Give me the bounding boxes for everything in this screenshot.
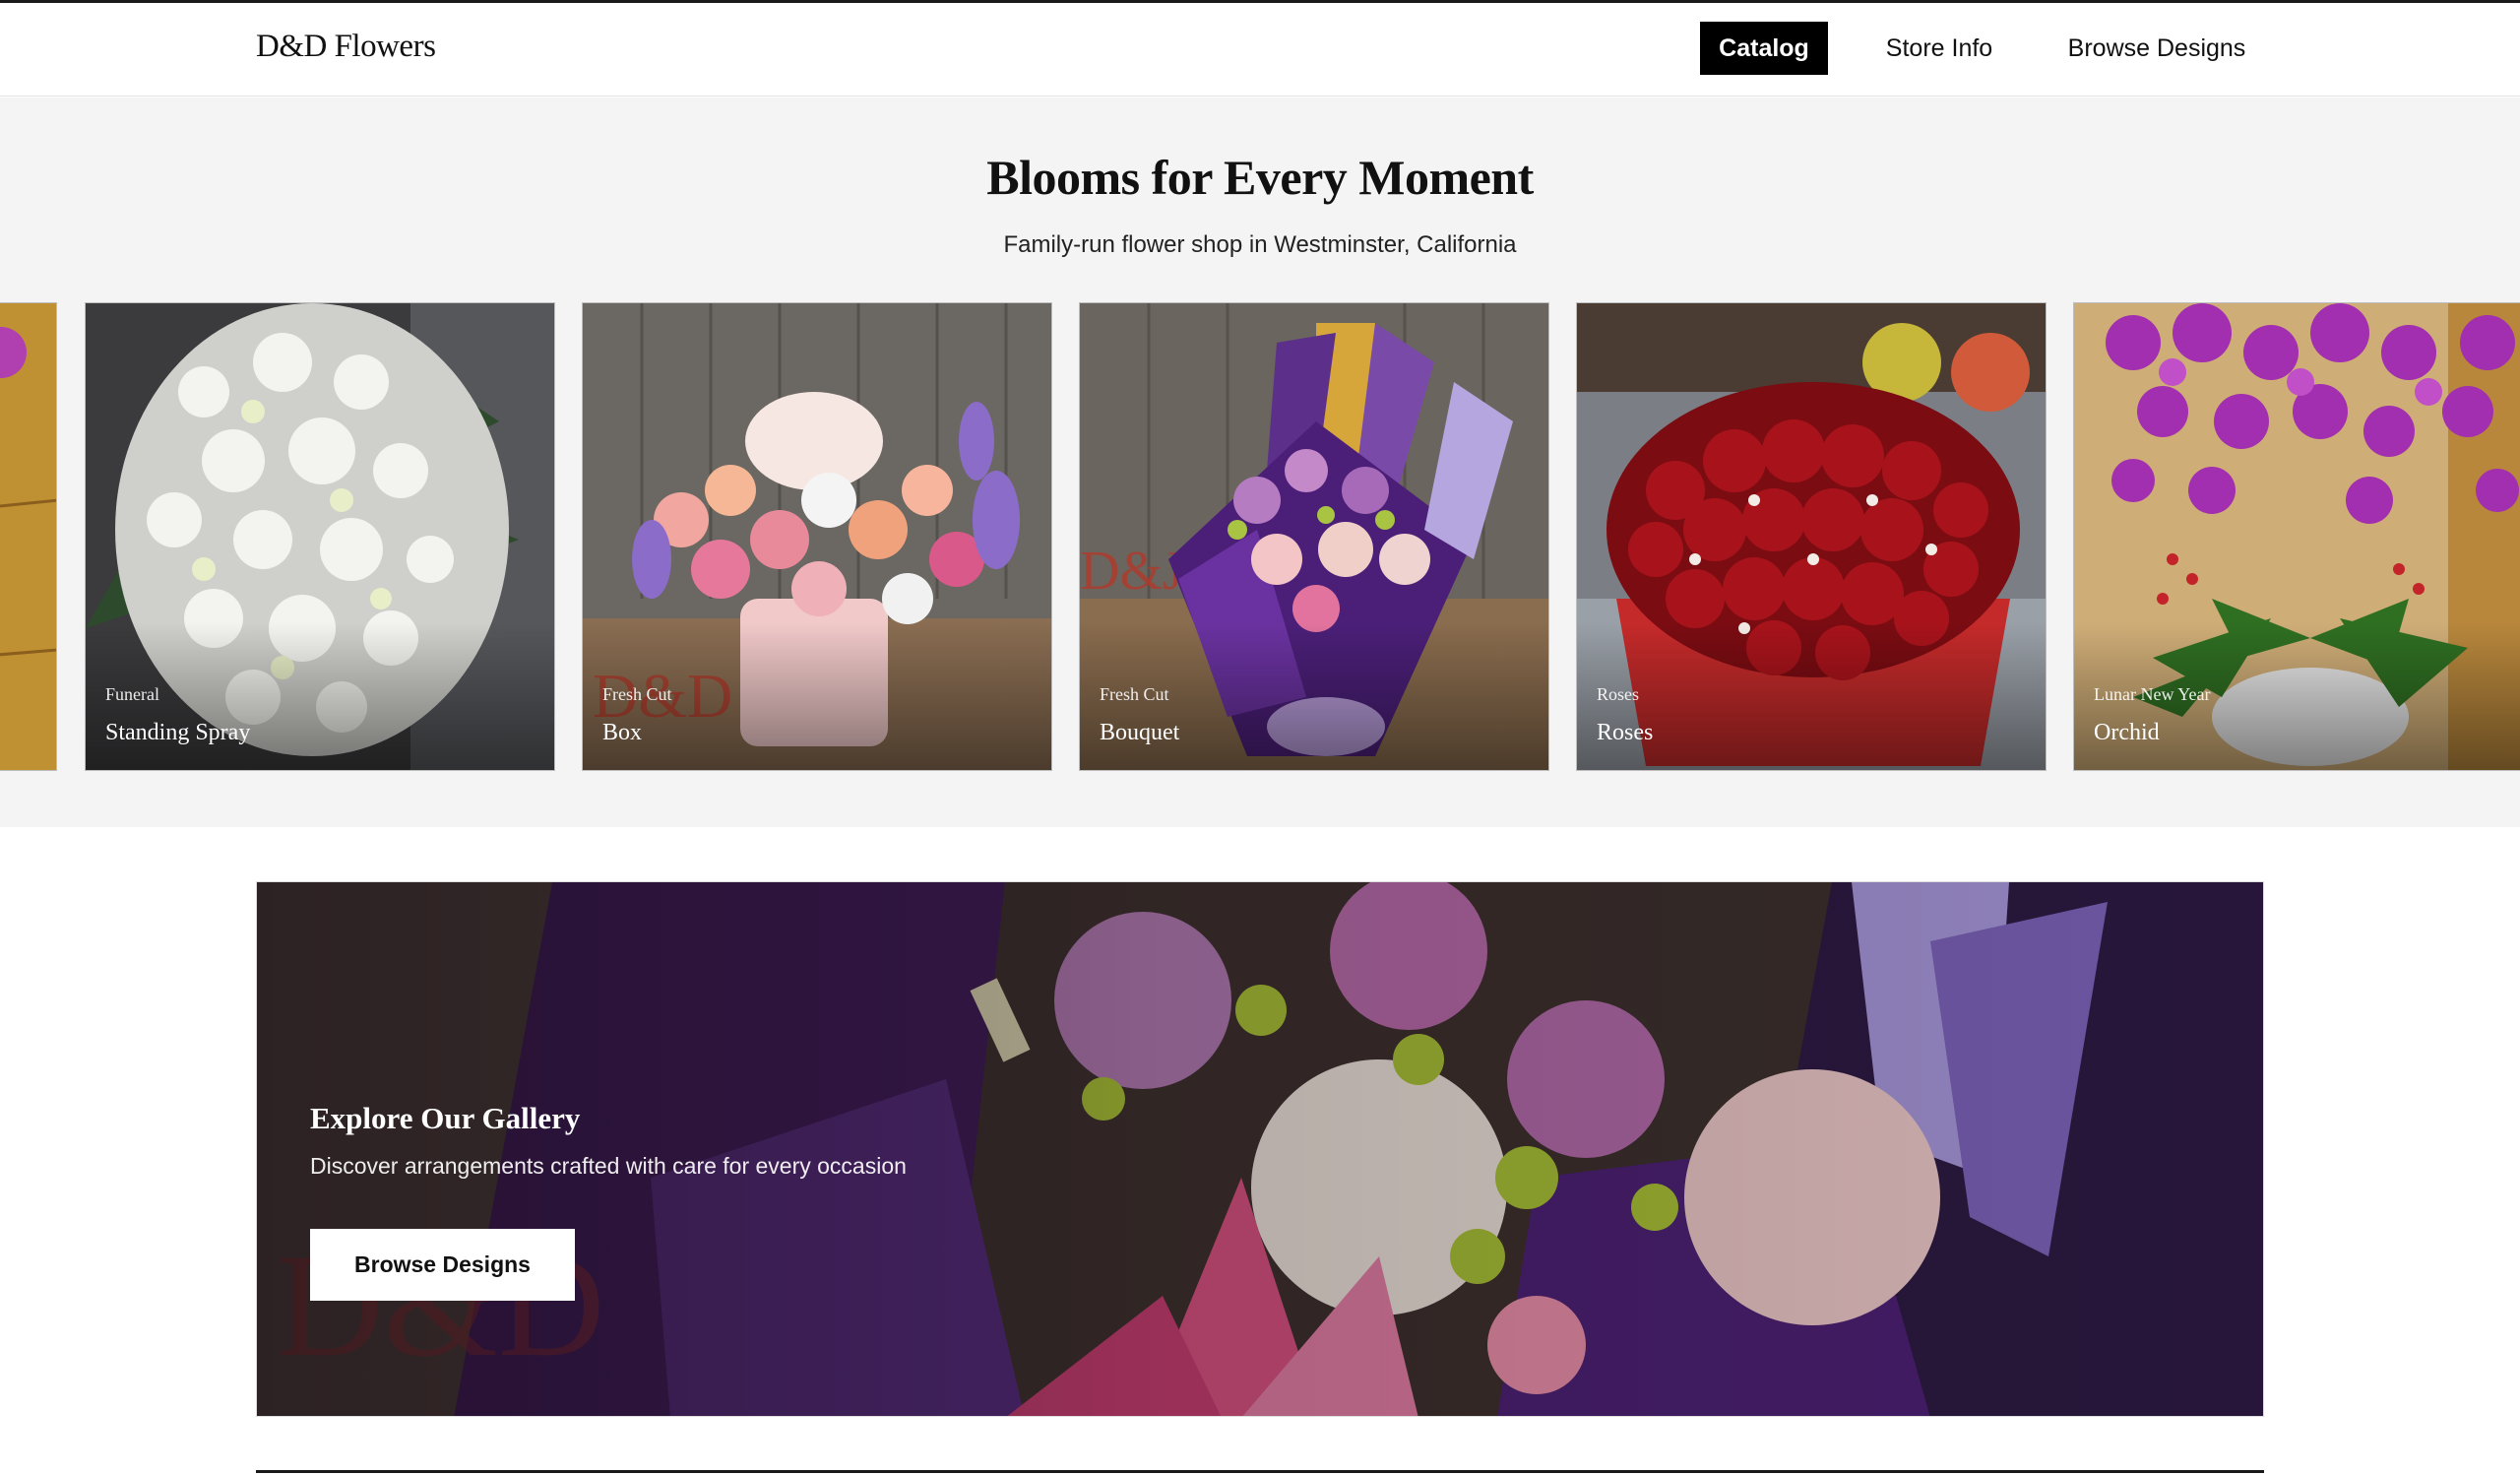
card-title: Standing Spray — [105, 720, 251, 745]
hero-section: Blooms for Every Moment Family-run flowe… — [0, 97, 2520, 827]
card-category: Lunar New Year — [2094, 684, 2211, 704]
gallery-subtitle: Discover arrangements crafted with care … — [310, 1153, 907, 1179]
nav-store-info[interactable]: Store Info — [1875, 22, 2003, 75]
card-category: Funeral — [105, 684, 159, 704]
hero-title: Blooms for Every Moment — [986, 150, 1534, 205]
gallery-banner: D&D Explore Our Gallery Discover arrange… — [256, 881, 2264, 1417]
orchid-photo — [0, 303, 56, 770]
site-header: D&D Flowers Catalog Store Info Browse De… — [0, 3, 2520, 96]
card-title: Roses — [1597, 720, 1654, 745]
carousel-card-standing-spray[interactable]: Funeral Standing Spray — [85, 302, 555, 771]
carousel-card-orchid[interactable]: Lunar New Year Orchid — [2073, 302, 2520, 771]
nav-catalog[interactable]: Catalog — [1700, 22, 1828, 75]
hero-subtitle: Family-run flower shop in Westminster, C… — [1003, 231, 1517, 258]
brand-logo[interactable]: D&D Flowers — [256, 29, 436, 65]
browse-designs-button[interactable]: Browse Designs — [310, 1229, 575, 1301]
carousel-card-partial[interactable] — [0, 302, 57, 771]
gallery-title: Explore Our Gallery — [310, 1101, 581, 1135]
card-title: Box — [602, 720, 643, 745]
svg-text:D&J: D&J — [1080, 541, 1184, 602]
card-category: Fresh Cut — [1100, 684, 1169, 704]
carousel-card-bouquet[interactable]: D&J Fresh Cut Bouquet — [1079, 302, 1549, 771]
card-title: Bouquet — [1100, 720, 1180, 745]
carousel-card-box[interactable]: D&D Fresh Cut Box — [582, 302, 1052, 771]
card-category: Roses — [1597, 684, 1640, 704]
card-category: Fresh Cut — [602, 684, 672, 704]
card-title: Orchid — [2094, 720, 2160, 745]
section-divider — [256, 1470, 2264, 1473]
nav-browse-designs[interactable]: Browse Designs — [2057, 22, 2256, 75]
carousel-card-roses[interactable]: Roses Roses — [1576, 302, 2047, 771]
